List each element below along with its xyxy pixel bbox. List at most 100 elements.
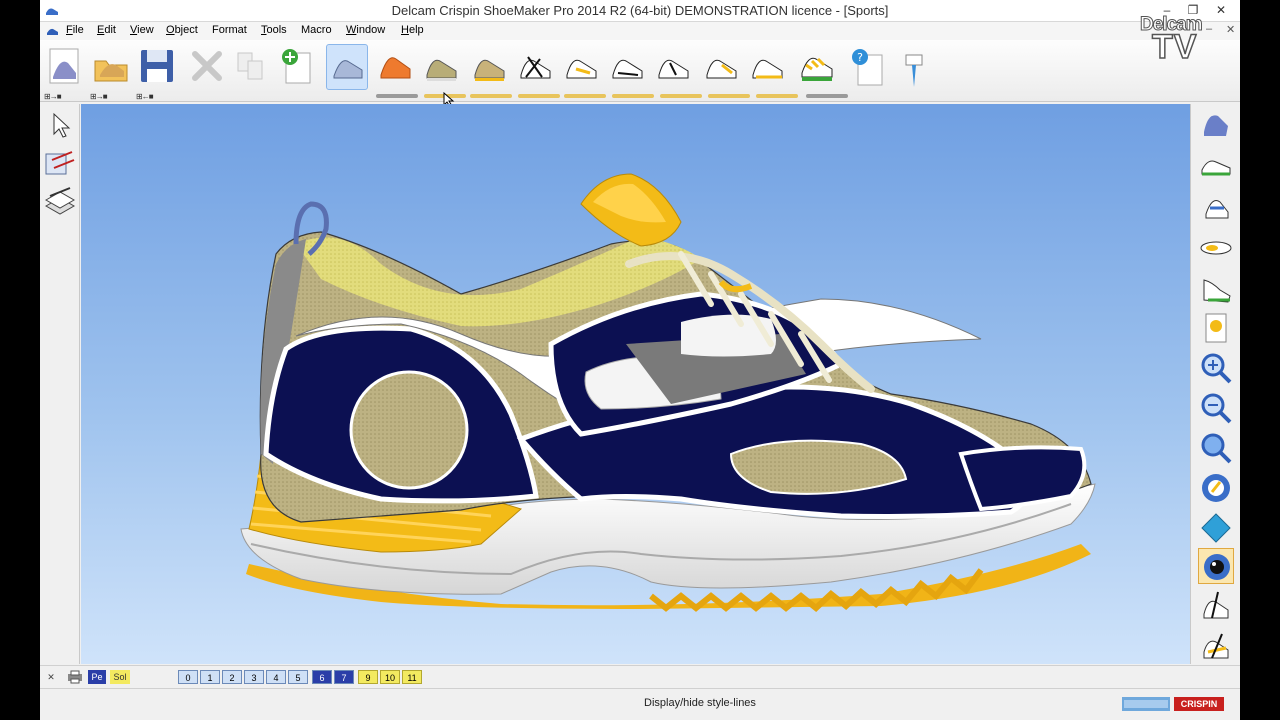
document-icon[interactable] [46, 24, 59, 37]
shoe-view-5-button[interactable] [606, 44, 648, 90]
plane-view-button[interactable] [1198, 510, 1234, 546]
3d-viewport[interactable] [81, 104, 1190, 664]
menu-help[interactable]: Help [401, 24, 424, 36]
shoe-view-7-button[interactable] [700, 44, 742, 90]
shoe-outline-5-icon [752, 59, 783, 79]
pin-icon [905, 54, 923, 87]
shade-mode-button[interactable] [1198, 628, 1234, 664]
title-bar: Delcam Crispin ShoeMaker Pro 2014 R2 (64… [40, 0, 1240, 22]
main-toolbar: ? ⊞→■ ⊞→■ ⊞←■ [40, 40, 1240, 108]
layer-7-button[interactable]: 7 [334, 670, 354, 684]
menu-macro[interactable]: Macro [301, 24, 332, 36]
assembly-button[interactable] [796, 44, 838, 90]
view-document-button[interactable] [1198, 310, 1234, 346]
layer-11-button[interactable]: 11 [402, 670, 422, 684]
group-indicator [756, 94, 798, 98]
svg-text:?: ? [857, 51, 863, 64]
layer-bar-close-button[interactable]: ✕ [44, 670, 58, 684]
view-front-button[interactable] [1198, 188, 1234, 224]
layer-0-button[interactable]: 0 [178, 670, 198, 684]
layer-1-button[interactable]: 1 [200, 670, 220, 684]
save-disk-icon [141, 50, 173, 82]
layer-2-button[interactable]: 2 [222, 670, 242, 684]
view-side-icon [1201, 160, 1231, 176]
layer-bar: ✕ Pe Sol 0 1 2 3 4 5 6 7 9 10 11 [40, 665, 1240, 687]
select-tool-button[interactable] [42, 108, 78, 142]
menu-edit[interactable]: Edit [97, 24, 116, 36]
shoe-view-3-button[interactable] [514, 44, 556, 90]
shoe-view-8-button[interactable] [746, 44, 788, 90]
shoe-view-2-button[interactable] [468, 44, 510, 90]
menu-view[interactable]: View [130, 24, 154, 36]
printer-icon[interactable] [66, 670, 84, 684]
group-indicator [470, 94, 512, 98]
layer-6-button[interactable]: 6 [312, 670, 332, 684]
orange-last-icon [380, 57, 411, 79]
new-button[interactable] [276, 44, 318, 90]
menu-tools[interactable]: Tools [261, 24, 287, 36]
layer-tool-button[interactable] [42, 184, 78, 218]
shade-mode-icon [1203, 633, 1229, 659]
right-toolbar [1190, 104, 1240, 664]
view-rear-button[interactable] [1198, 270, 1234, 306]
delcam-logo-icon [1122, 697, 1170, 711]
save-button[interactable] [136, 44, 178, 90]
zoom-window-button[interactable] [1198, 430, 1234, 466]
shoe-view-4-button[interactable] [560, 44, 602, 90]
group-indicator [708, 94, 750, 98]
layer-3-button[interactable]: 3 [244, 670, 264, 684]
save-arrow-label: ⊞←■ [136, 92, 154, 101]
open-folder-icon [94, 60, 128, 82]
group-indicator [660, 94, 702, 98]
info-document-icon: ? [852, 49, 883, 86]
layer-10-button[interactable]: 10 [380, 670, 400, 684]
last-shaded-button[interactable] [374, 44, 416, 90]
arrow-pointer-icon [53, 112, 71, 138]
copy-button[interactable] [230, 44, 272, 90]
shoe-outline-3-icon [658, 59, 689, 79]
menu-file[interactable]: File [66, 24, 84, 36]
status-bar: Display/hide style-lines CRISPIN [40, 688, 1240, 720]
rotate-icon [1202, 474, 1230, 502]
delete-button[interactable] [186, 44, 228, 90]
shoe-view-1-button[interactable] [420, 44, 462, 90]
menu-format[interactable]: Format [212, 24, 247, 36]
zoom-out-button[interactable] [1198, 390, 1234, 426]
open-arrow-label: ⊞→■ [90, 92, 108, 101]
sol-layer-tag[interactable]: Sol [110, 670, 130, 684]
menu-window[interactable]: Window [346, 24, 385, 36]
render-mode-button[interactable] [1198, 548, 1234, 584]
pointer-tool-button[interactable] [892, 44, 934, 90]
layers-icon [44, 187, 76, 215]
group-indicator [564, 94, 606, 98]
zoom-in-icon [1201, 353, 1232, 384]
pe-layer-tag[interactable]: Pe [88, 670, 106, 684]
info-button[interactable]: ? [846, 44, 888, 90]
edit-panel-tool-button[interactable] [42, 146, 78, 180]
open-button[interactable] [90, 44, 132, 90]
style-lines-button[interactable] [1198, 588, 1234, 624]
layer-9-button[interactable]: 9 [358, 670, 378, 684]
menu-bar: File Edit View Object Format Tools Macro… [40, 22, 1240, 40]
zoom-in-button[interactable] [1198, 350, 1234, 386]
menu-object[interactable]: Object [166, 24, 198, 36]
rotate-view-button[interactable] [1198, 470, 1234, 506]
shoe-view-6-button[interactable] [652, 44, 694, 90]
shoe-outline-4-icon [706, 59, 737, 79]
import-last-button[interactable] [44, 44, 86, 90]
view-iso-button[interactable] [1198, 106, 1234, 142]
layer-4-button[interactable]: 4 [266, 670, 286, 684]
shoe-lines-icon [520, 56, 551, 79]
watermark-line-2: TV [1151, 27, 1198, 67]
render-sphere-icon [1204, 554, 1230, 580]
view-side-button[interactable] [1198, 146, 1234, 182]
copy-icon [237, 52, 263, 80]
status-message: Display/hide style-lines [644, 697, 756, 709]
last-view-button[interactable] [326, 44, 368, 90]
shoe-orange-icon [474, 59, 505, 81]
group-indicator [518, 94, 560, 98]
view-top-button[interactable] [1198, 228, 1234, 264]
layer-5-button[interactable]: 5 [288, 670, 308, 684]
delete-x-icon [192, 51, 222, 81]
style-lines-icon [1203, 591, 1229, 619]
